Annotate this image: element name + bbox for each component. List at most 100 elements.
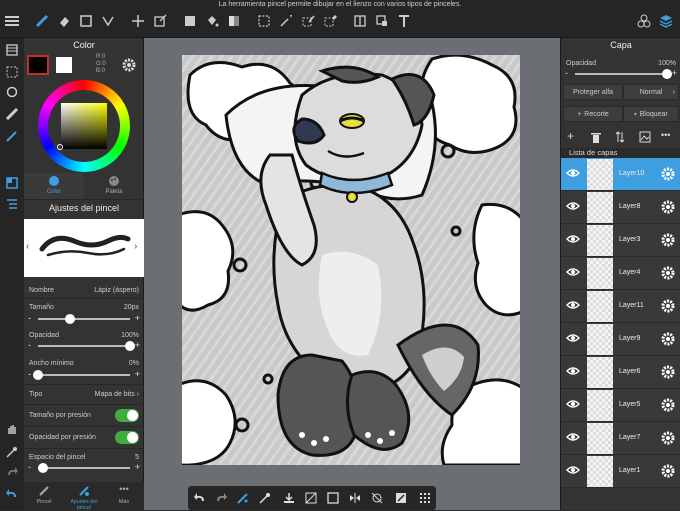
tab-more[interactable]: ••• Más <box>104 482 144 510</box>
visibility-eye-icon[interactable] <box>566 465 580 475</box>
layer-row[interactable]: Layer10 <box>561 158 680 191</box>
fill-color-tool-icon[interactable] <box>180 12 200 30</box>
clipping-button[interactable]: + Recorte <box>563 106 623 122</box>
layer-settings-gear-icon[interactable] <box>661 299 675 313</box>
color-settings-gear-icon[interactable] <box>122 58 136 72</box>
text-tool-icon[interactable] <box>394 12 414 30</box>
layer-settings-gear-icon[interactable] <box>661 464 675 478</box>
layer-settings-gear-icon[interactable] <box>661 365 675 379</box>
layer-row[interactable]: Layer7 <box>561 422 680 455</box>
snap-tool-icon[interactable] <box>98 12 118 30</box>
spacing-slider[interactable]: - + <box>28 462 140 474</box>
min-width-slider[interactable]: - + <box>28 369 140 381</box>
stabilizer-icon[interactable] <box>2 127 22 145</box>
brush-name-row[interactable]: Nombre Lápiz (áspero) <box>24 282 144 298</box>
visibility-eye-icon[interactable] <box>566 432 580 442</box>
selection-icon[interactable] <box>2 63 22 81</box>
hand-tool-icon[interactable] <box>2 420 22 438</box>
undo-icon[interactable] <box>191 489 209 507</box>
delete-layer-icon[interactable] <box>591 132 601 143</box>
visibility-eye-icon[interactable] <box>566 300 580 310</box>
tab-color[interactable]: Color <box>24 173 84 199</box>
layer-settings-gear-icon[interactable] <box>661 167 675 181</box>
visibility-eye-icon[interactable] <box>566 399 580 409</box>
layer-settings-gear-icon[interactable] <box>661 398 675 412</box>
layer-settings-gear-icon[interactable] <box>661 266 675 280</box>
transform-tool-icon[interactable] <box>150 12 170 30</box>
tab-palette[interactable]: Paleta <box>84 173 144 199</box>
select-eraser-tool-icon[interactable] <box>320 12 340 30</box>
select-tool-icon[interactable] <box>254 12 274 30</box>
visibility-eye-icon[interactable] <box>566 201 580 211</box>
opacity-slider[interactable]: - + <box>28 340 140 352</box>
select-pen-tool-icon[interactable] <box>298 12 318 30</box>
layer-row[interactable]: Layer9 <box>561 323 680 356</box>
layer-settings-gear-icon[interactable] <box>661 431 675 445</box>
saturation-value-square[interactable] <box>61 103 107 149</box>
protect-alpha-button[interactable]: Proteger alfa <box>563 84 623 100</box>
layer-row[interactable]: Layer11 <box>561 290 680 323</box>
redo-icon[interactable] <box>212 489 230 507</box>
shape-tool-icon[interactable] <box>76 12 96 30</box>
layers-list-icon[interactable] <box>2 41 22 59</box>
canvas-area[interactable] <box>144 38 560 510</box>
color-picker-knob[interactable] <box>57 144 63 150</box>
frame-divider-tool-icon[interactable] <box>350 12 370 30</box>
layer-row[interactable]: Layer1 <box>561 455 680 488</box>
visibility-eye-icon[interactable] <box>566 366 580 376</box>
brush-prev-chevron-icon[interactable]: ‹ <box>26 241 29 252</box>
layer-row[interactable]: Layer6 <box>561 356 680 389</box>
tab-brush[interactable]: Pincel <box>24 482 64 510</box>
eyedropper-icon[interactable] <box>256 489 274 507</box>
lock-button[interactable]: ▪ Bloquear <box>623 106 679 122</box>
layer-row[interactable]: Layer4 <box>561 257 680 290</box>
move-layer-icon[interactable] <box>615 131 625 143</box>
flip-horizontal-icon[interactable] <box>346 489 364 507</box>
save-icon[interactable] <box>280 489 298 507</box>
foreground-color-swatch[interactable] <box>27 55 49 75</box>
magic-wand-tool-icon[interactable] <box>276 12 296 30</box>
ruler-icon[interactable] <box>2 105 22 123</box>
hue-color-wheel[interactable] <box>38 80 130 172</box>
color-panel-toggle-icon[interactable] <box>2 174 22 192</box>
size-slider[interactable]: - + <box>28 313 140 325</box>
grid-icon[interactable] <box>416 489 434 507</box>
brush-list-toggle-icon[interactable] <box>2 195 22 213</box>
opacity-pressure-toggle[interactable] <box>115 430 139 444</box>
menu-icon[interactable] <box>2 12 22 30</box>
select-rect-icon[interactable] <box>324 489 342 507</box>
tab-brush-settings[interactable]: Ajustes del pincel <box>64 482 104 511</box>
canvas-resize-tool-icon[interactable] <box>372 12 392 30</box>
artwork-canvas[interactable] <box>182 55 520 465</box>
layer-row[interactable]: Layer8 <box>561 191 680 224</box>
materials-icon[interactable] <box>634 12 654 30</box>
clear-icon[interactable] <box>302 489 320 507</box>
layer-settings-gear-icon[interactable] <box>661 200 675 214</box>
add-layer-icon[interactable]: + <box>567 129 574 143</box>
eraser-tool-icon[interactable] <box>54 12 74 30</box>
eyedropper-icon[interactable] <box>2 443 22 461</box>
visibility-eye-icon[interactable] <box>566 234 580 244</box>
size-pressure-toggle[interactable] <box>115 408 139 422</box>
background-color-swatch[interactable] <box>56 57 72 73</box>
layer-settings-gear-icon[interactable] <box>661 233 675 247</box>
undo-icon[interactable] <box>2 485 22 503</box>
layers-icon[interactable] <box>656 12 676 30</box>
brush-tool-icon[interactable] <box>234 489 252 507</box>
move-tool-icon[interactable] <box>128 12 148 30</box>
image-layer-icon[interactable] <box>639 131 651 143</box>
layer-row[interactable]: Layer5 <box>561 389 680 422</box>
visibility-eye-icon[interactable] <box>566 333 580 343</box>
snap-off-icon[interactable] <box>368 489 386 507</box>
rotate-icon[interactable] <box>2 83 22 101</box>
gradient-tool-icon[interactable] <box>224 12 244 30</box>
layer-row[interactable]: Layer3 <box>561 224 680 257</box>
brush-next-chevron-icon[interactable]: › <box>134 241 137 252</box>
layer-settings-gear-icon[interactable] <box>661 332 675 346</box>
layer-more-dots-icon[interactable]: ••• <box>661 130 670 140</box>
visibility-eye-icon[interactable] <box>566 168 580 178</box>
brush-type-row[interactable]: Tipo Mapa de bits › <box>24 386 144 402</box>
edit-icon[interactable] <box>392 489 410 507</box>
blend-mode-select[interactable]: Normal › <box>623 84 679 100</box>
visibility-eye-icon[interactable] <box>566 267 580 277</box>
